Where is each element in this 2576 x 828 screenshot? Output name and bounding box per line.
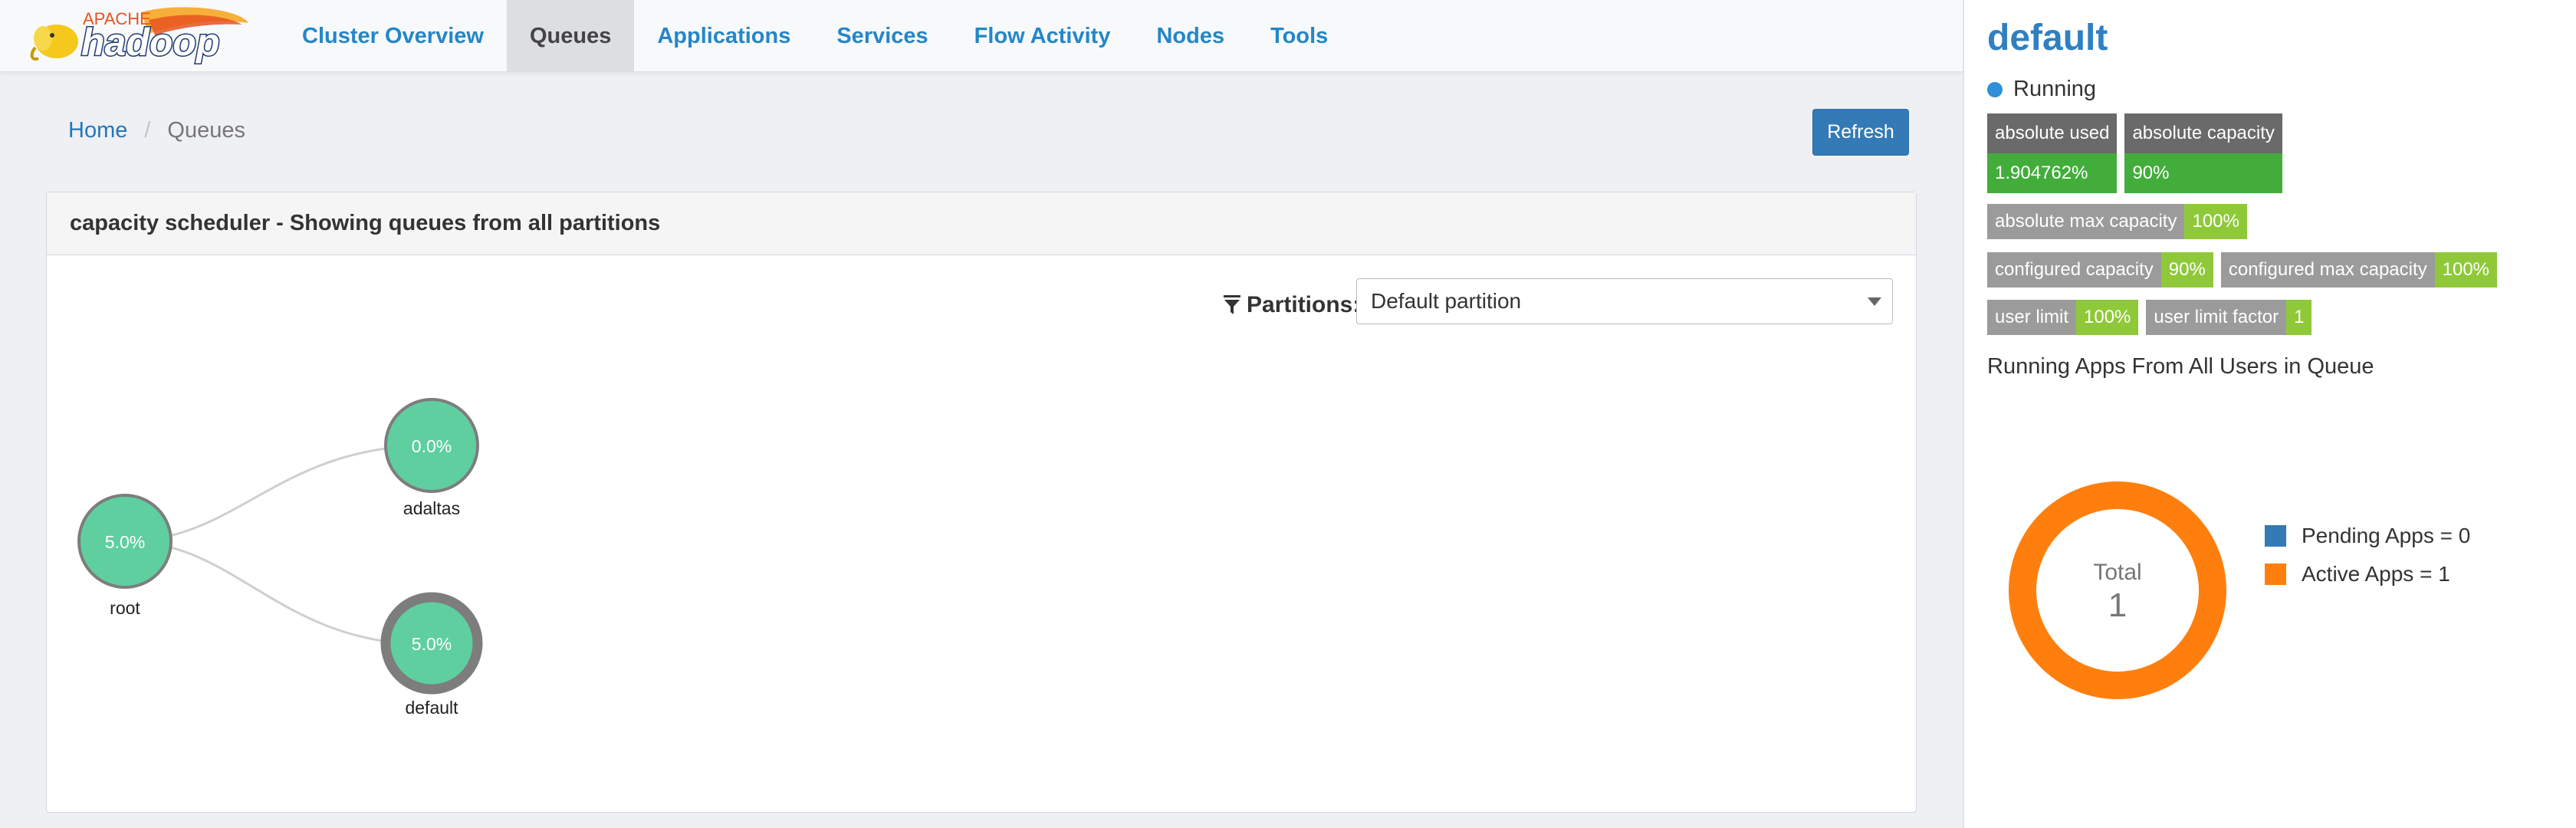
queue-node-root-percent: 5.0%: [105, 532, 145, 552]
absolute-max-capacity-value: 100%: [2184, 204, 2247, 239]
navbar: APACHE hadoop Cluster Overview Queues Ap…: [0, 0, 1963, 72]
breadcrumb-current: Queues: [167, 118, 245, 143]
max-capacity-row: absolute max capacity 100%: [1987, 204, 2247, 239]
donut-legend: Pending Apps = 0 Active Apps = 1: [2265, 523, 2470, 600]
breadcrumb-separator: /: [144, 118, 151, 143]
configured-max-capacity-value: 100%: [2434, 252, 2498, 288]
partition-select-value: Default partition: [1371, 289, 1522, 313]
absolute-capacity-value: 90%: [2124, 153, 2282, 193]
breadcrumb-home-link[interactable]: Home: [68, 118, 127, 143]
tab-nodes[interactable]: Nodes: [1133, 0, 1247, 72]
queue-node-default[interactable]: 5.0% default: [380, 592, 483, 718]
donut-total-value: 1: [2108, 586, 2127, 624]
configured-max-capacity-key: configured max capacity: [2220, 252, 2435, 288]
queue-title: default: [1987, 18, 2108, 58]
partition-select[interactable]: Default partition: [1356, 278, 1893, 324]
tab-services[interactable]: Services: [813, 0, 951, 72]
user-limit-factor-key: user limit factor: [2146, 300, 2287, 335]
absolute-capacity-label: absolute capacity 90%: [2124, 113, 2282, 193]
queue-node-adaltas-label: adaltas: [403, 498, 460, 518]
queue-node-adaltas[interactable]: 0.0% adaltas: [384, 398, 479, 518]
absolute-used-key: absolute used: [1987, 113, 2118, 153]
nav-tabs: Cluster Overview Queues Applications Ser…: [279, 0, 1351, 72]
breadcrumb: Home / Queues: [68, 118, 245, 143]
user-limit-label: user limit 100%: [1987, 300, 2139, 335]
absolute-used-value: 1.904762%: [1987, 153, 2118, 193]
logo-hadoop-text: hadoop: [81, 21, 220, 64]
queue-node-root-label: root: [110, 598, 140, 618]
legend-swatch-pending: [2265, 525, 2286, 547]
running-apps-heading: Running Apps From All Users in Queue: [1987, 354, 2374, 379]
running-apps-donut-chart: Total 1: [2009, 481, 2226, 699]
tab-queues[interactable]: Queues: [506, 0, 635, 72]
refresh-button[interactable]: Refresh: [1812, 109, 1909, 156]
donut-total-label: Total: [2093, 560, 2141, 585]
legend-item-active-apps: Active Apps = 1: [2265, 561, 2470, 587]
legend-label-pending: Pending Apps = 0: [2302, 524, 2471, 547]
absolute-max-capacity-label: absolute max capacity 100%: [1987, 204, 2247, 239]
user-limit-row: user limit 100% user limit factor 1: [1987, 300, 2312, 335]
hadoop-logo[interactable]: APACHE hadoop: [26, 5, 248, 67]
configured-capacity-value: 90%: [2160, 252, 2213, 288]
user-limit-factor-value: 1: [2286, 300, 2312, 335]
partitions-label-text: Partitions:: [1247, 292, 1361, 317]
user-limit-key: user limit: [1987, 300, 2077, 335]
queue-detail-sidebar: default Running absolute used 1.904762% …: [1963, 0, 2576, 828]
queue-state-text: Running: [2013, 77, 2097, 101]
configured-capacity-key: configured capacity: [1987, 252, 2161, 288]
panel-title: capacity scheduler - Showing queues from…: [70, 211, 661, 235]
filter-icon: [1224, 295, 1240, 314]
user-limit-value: 100%: [2076, 300, 2139, 335]
tree-link-root-adaltas: [124, 444, 432, 543]
panel-heading: capacity scheduler - Showing queues from…: [47, 192, 1916, 255]
queue-state: Running: [1987, 77, 2096, 102]
absolute-max-capacity-key: absolute max capacity: [1987, 204, 2185, 239]
queue-node-root[interactable]: 5.0% root: [77, 494, 172, 618]
configured-max-capacity-label: configured max capacity 100%: [2220, 252, 2498, 288]
configured-capacity-label: configured capacity 90%: [1987, 252, 2213, 288]
queue-node-adaltas-percent: 0.0%: [412, 436, 452, 456]
capacity-stacks-row: absolute used 1.904762% absolute capacit…: [1987, 113, 2282, 193]
legend-label-active: Active Apps = 1: [2302, 562, 2450, 586]
absolute-used-label: absolute used 1.904762%: [1987, 113, 2118, 193]
main-area: APACHE hadoop Cluster Overview Queues Ap…: [0, 0, 1963, 828]
queue-node-default-percent: 5.0%: [412, 634, 452, 654]
chevron-down-icon: [1868, 297, 1881, 306]
queue-node-default-label: default: [405, 698, 458, 718]
tab-tools[interactable]: Tools: [1247, 0, 1351, 72]
legend-item-pending-apps: Pending Apps = 0: [2265, 523, 2470, 549]
legend-swatch-active: [2265, 564, 2286, 585]
status-dot-icon: [1987, 81, 2003, 97]
scheduler-panel: capacity scheduler - Showing queues from…: [46, 192, 1917, 813]
tab-cluster-overview[interactable]: Cluster Overview: [279, 0, 507, 72]
user-limit-factor-label: user limit factor 1: [2146, 300, 2312, 335]
tab-applications[interactable]: Applications: [634, 0, 813, 72]
configured-capacity-row: configured capacity 90% configured max c…: [1987, 252, 2498, 288]
tab-flow-activity[interactable]: Flow Activity: [951, 0, 1134, 72]
absolute-capacity-key: absolute capacity: [2124, 113, 2282, 153]
partitions-label: Partitions:: [1224, 282, 1360, 328]
